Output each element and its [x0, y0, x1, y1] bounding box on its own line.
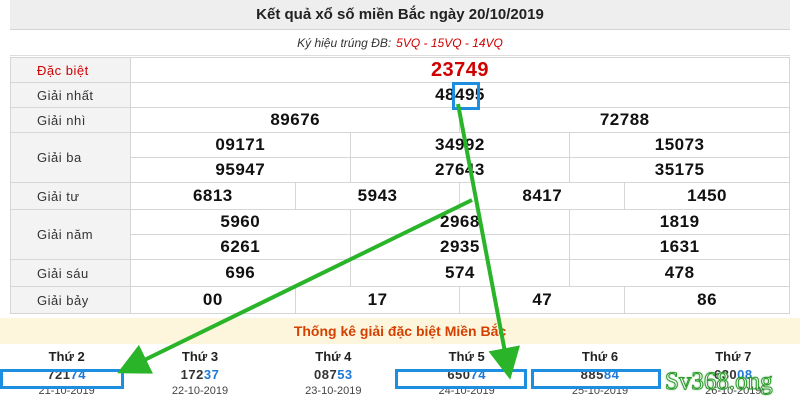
stats-day: Thứ 3 17237 22-10-2019 — [133, 346, 266, 400]
result-table: Đặc biệt 23749 Giải nhất 48495 Giải nhì … — [10, 57, 790, 314]
second-number: 89676 — [129, 107, 461, 133]
day-name: Thứ 5 — [448, 349, 485, 364]
fourth-number: 6813 — [130, 182, 296, 210]
day-date: 22-10-2019 — [171, 385, 229, 397]
seventh-number: 17 — [294, 286, 461, 314]
sixth-number: 696 — [130, 259, 351, 287]
third-number: 27643 — [349, 157, 571, 183]
seventh-number: 86 — [624, 286, 790, 314]
result-title: Kết quả xổ số miền Bắc ngày 20/10/2019 — [10, 0, 790, 30]
row-fifth-a: Giải năm 5960 2968 1819 — [10, 209, 790, 260]
row-fourth: Giải tư 6813 5943 8417 1450 — [10, 182, 790, 210]
site-watermark: Sv368.ong — [665, 368, 774, 396]
label-fourth: Giải tư — [10, 182, 131, 210]
row-second: Giải nhì 89676 72788 — [10, 107, 790, 133]
stats-title: Thống kê giải đặc biệt Miền Bắc — [0, 318, 800, 344]
seventh-number: 00 — [130, 286, 296, 314]
number-suffix: 53 — [337, 367, 353, 382]
row-first: Giải nhất 48495 — [10, 82, 790, 108]
sixth-number: 478 — [569, 259, 790, 287]
special-code-line: Ký hiệu trúng ĐB: 5VQ - 15VQ - 14VQ — [10, 31, 790, 56]
fourth-number: 5943 — [294, 182, 461, 210]
day-name: Thứ 3 — [181, 349, 219, 364]
label-first: Giải nhất — [10, 82, 131, 108]
number-prefix: 172 — [180, 367, 204, 382]
fourth-number: 1450 — [624, 182, 790, 210]
highlight-box-monday — [0, 369, 124, 389]
label-fifth: Giải năm — [10, 209, 131, 260]
fifth-number: 5960 — [130, 209, 351, 235]
label-special: Đặc biệt — [10, 57, 131, 83]
row-special: Đặc biệt 23749 — [10, 57, 790, 83]
label-second: Giải nhì — [10, 107, 131, 133]
seventh-number: 47 — [459, 286, 626, 314]
highlight-box-friday — [531, 369, 661, 389]
stats-day: Thứ 4 08753 23-10-2019 — [267, 346, 400, 400]
fifth-number: 2968 — [349, 209, 571, 235]
third-number: 34992 — [349, 132, 571, 158]
special-code-values: 5VQ - 15VQ - 14VQ — [396, 36, 503, 50]
highlight-box-thursday — [395, 369, 527, 389]
label-sixth: Giải sáu — [10, 259, 131, 287]
label-third: Giải ba — [10, 132, 131, 183]
third-number: 15073 — [569, 132, 790, 158]
fourth-number: 8417 — [459, 182, 626, 210]
number-prefix: 087 — [313, 367, 338, 382]
fifth-number: 1819 — [569, 209, 790, 235]
day-name: Thứ 6 — [581, 349, 619, 364]
row-sixth: Giải sáu 696 574 478 — [10, 259, 790, 287]
third-number: 09171 — [130, 132, 351, 158]
lottery-result-card: Kết quả xổ số miền Bắc ngày 20/10/2019 K… — [10, 0, 790, 318]
special-code-label: Ký hiệu trúng ĐB: — [297, 36, 392, 50]
day-name: Thứ 7 — [715, 349, 752, 364]
third-number: 35175 — [569, 157, 790, 183]
day-date: 23-10-2019 — [305, 385, 362, 397]
special-number: 23749 — [130, 57, 790, 83]
day-special-number: 08753 — [267, 366, 400, 384]
row-third-a: Giải ba 09171 34992 15073 — [10, 132, 790, 183]
second-number: 72788 — [459, 107, 790, 133]
highlight-box-first-prize — [452, 82, 480, 110]
sixth-number: 574 — [349, 259, 571, 287]
number-suffix: 37 — [203, 367, 220, 382]
day-name: Thứ 4 — [315, 349, 352, 364]
fifth-number: 1631 — [569, 234, 790, 260]
row-seventh: Giải bảy 00 17 47 86 — [10, 286, 790, 314]
day-special-number: 17237 — [133, 366, 266, 384]
fifth-number: 2935 — [349, 234, 571, 260]
day-name: Thứ 2 — [48, 349, 85, 364]
third-number: 95947 — [130, 157, 351, 183]
fifth-number: 6261 — [130, 234, 351, 260]
label-seventh: Giải bảy — [10, 286, 131, 314]
